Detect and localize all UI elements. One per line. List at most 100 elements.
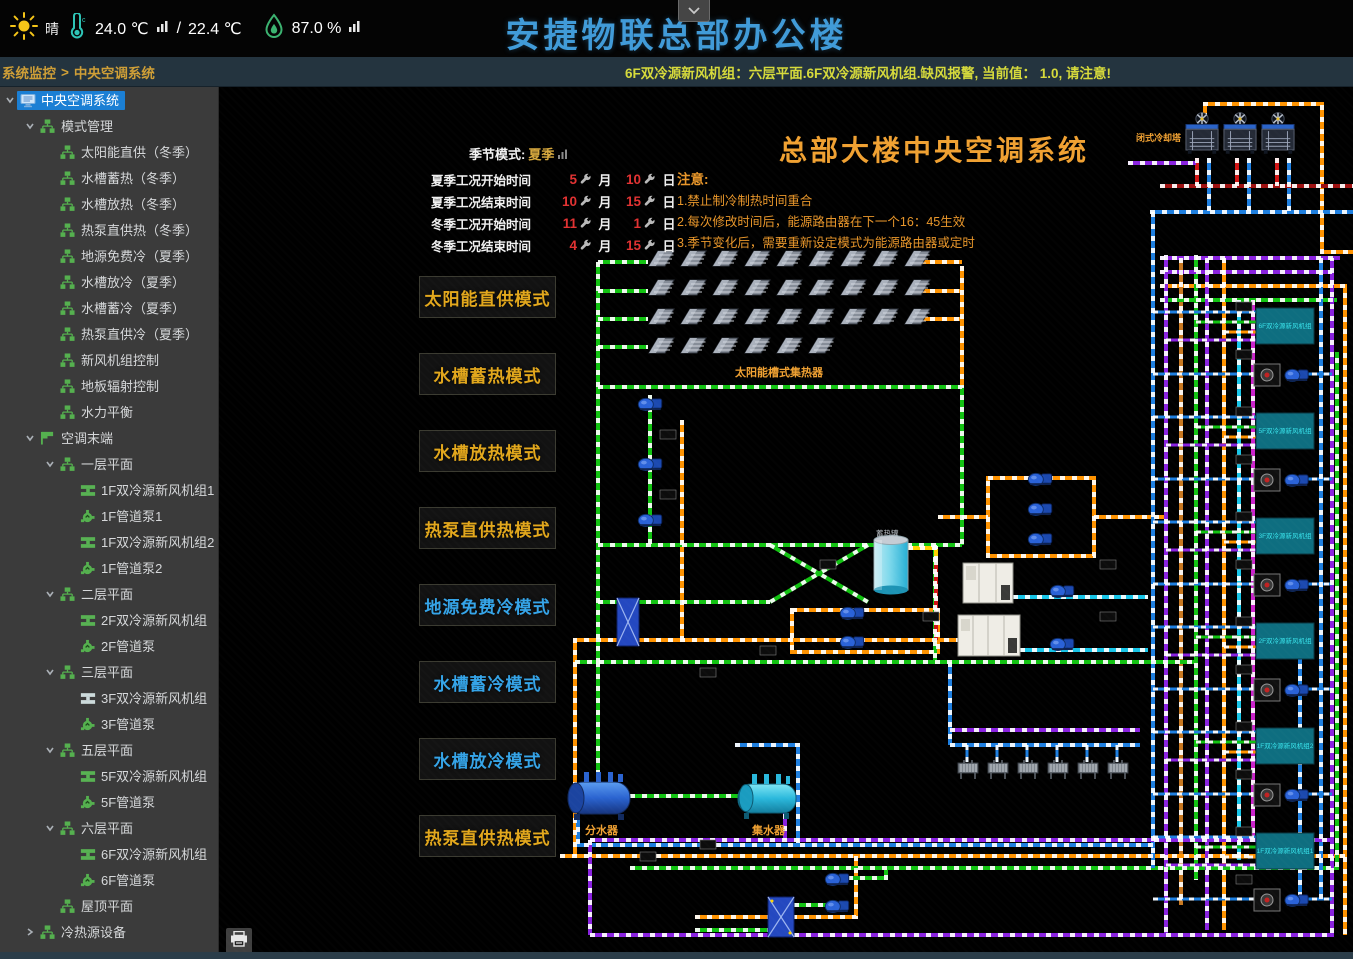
wrench-icon[interactable] bbox=[641, 217, 657, 230]
tree-item-body[interactable]: 二层平面 bbox=[57, 585, 139, 604]
tree-item-body[interactable]: 2F管道泵 bbox=[77, 637, 161, 656]
schedule-month-value[interactable]: 5 bbox=[553, 172, 577, 187]
mode-button[interactable]: 太阳能直供模式 bbox=[419, 276, 556, 318]
tree-item-body[interactable]: 1F双冷源新风机组1 bbox=[77, 482, 219, 499]
tree-item[interactable]: 水力平衡 bbox=[0, 399, 218, 425]
tree-item-body[interactable]: 空调末端 bbox=[37, 429, 119, 447]
schedule-month-value[interactable]: 11 bbox=[553, 216, 577, 231]
tree-item-body[interactable]: 水槽放热（冬季） bbox=[57, 195, 191, 214]
tree-item[interactable]: 模式管理 bbox=[0, 113, 218, 139]
tree-item-body[interactable]: 3F管道泵 bbox=[77, 715, 161, 734]
tree-item-body[interactable]: 2F双冷源新风机组 bbox=[77, 612, 213, 629]
tree-item[interactable]: 2F管道泵 bbox=[0, 633, 218, 659]
tree-item-body[interactable]: 1F管道泵2 bbox=[77, 559, 168, 578]
schedule-day-value[interactable]: 10 bbox=[617, 172, 641, 187]
tree-item[interactable]: 地源免费冷（夏季） bbox=[0, 243, 218, 269]
mode-button[interactable]: 水槽放热模式 bbox=[419, 430, 556, 472]
mode-button[interactable]: 水槽放冷模式 bbox=[419, 738, 556, 780]
header-collapse-button[interactable] bbox=[678, 0, 710, 22]
tree-item[interactable]: 冷热源设备 bbox=[0, 919, 218, 945]
tree-item[interactable]: 6F双冷源新风机组 bbox=[0, 841, 218, 867]
wrench-icon[interactable] bbox=[577, 195, 593, 208]
tree-item[interactable]: 二层平面 bbox=[0, 581, 218, 607]
tree-item-body[interactable]: 热泵直供冷（夏季） bbox=[57, 325, 204, 344]
tree-item[interactable]: 太阳能直供（冬季） bbox=[0, 139, 218, 165]
chevron-down-icon[interactable] bbox=[42, 667, 57, 677]
mode-button[interactable]: 水槽蓄冷模式 bbox=[419, 661, 556, 703]
tree-item-body[interactable]: 6F双冷源新风机组 bbox=[77, 846, 213, 863]
tree-item-body[interactable]: 水槽放冷（夏季） bbox=[57, 273, 191, 292]
tree-item-body[interactable]: 1F双冷源新风机组2 bbox=[77, 534, 219, 551]
tree-item-body[interactable]: 冷热源设备 bbox=[37, 923, 132, 942]
schedule-month-value[interactable]: 10 bbox=[553, 194, 577, 209]
wrench-icon[interactable] bbox=[577, 217, 593, 230]
tree-item-body[interactable]: 水槽蓄热（冬季） bbox=[57, 169, 191, 188]
tree-item[interactable]: 一层平面 bbox=[0, 451, 218, 477]
schedule-day-value[interactable]: 15 bbox=[617, 194, 641, 209]
tree-item-body[interactable]: 3F双冷源新风机组 bbox=[77, 690, 213, 707]
mode-button[interactable]: 水槽蓄热模式 bbox=[419, 353, 556, 395]
breadcrumb[interactable]: 系统监控 > 中央空调系统 bbox=[2, 57, 155, 87]
chevron-down-icon[interactable] bbox=[42, 459, 57, 469]
tree-item[interactable]: 水槽蓄冷（夏季） bbox=[0, 295, 218, 321]
tree-item-body[interactable]: 五层平面 bbox=[57, 741, 139, 760]
tree-item-body[interactable]: 水槽蓄冷（夏季） bbox=[57, 299, 191, 318]
tree-item[interactable]: 3F双冷源新风机组 bbox=[0, 685, 218, 711]
tree-item-body[interactable]: 5F双冷源新风机组 bbox=[77, 768, 213, 785]
tree-item[interactable]: 水槽放热（冬季） bbox=[0, 191, 218, 217]
chevron-down-icon[interactable] bbox=[2, 95, 17, 105]
wrench-icon[interactable] bbox=[641, 195, 657, 208]
mode-button[interactable]: 热泵直供热模式 bbox=[419, 815, 556, 857]
tree-item[interactable]: 5F管道泵 bbox=[0, 789, 218, 815]
chevron-down-icon[interactable] bbox=[42, 745, 57, 755]
chevron-down-icon[interactable] bbox=[42, 823, 57, 833]
tree-item-body[interactable]: 三层平面 bbox=[57, 663, 139, 682]
tree-item-body[interactable]: 中央空调系统 bbox=[17, 91, 125, 110]
chevron-down-icon[interactable] bbox=[22, 433, 37, 443]
tree-item[interactable]: 1F管道泵2 bbox=[0, 555, 218, 581]
tree-item-body[interactable]: 太阳能直供（冬季） bbox=[57, 143, 204, 162]
tree-item-body[interactable]: 模式管理 bbox=[37, 117, 119, 136]
tree-item[interactable]: 2F双冷源新风机组 bbox=[0, 607, 218, 633]
schedule-month-value[interactable]: 4 bbox=[553, 238, 577, 253]
tree-item[interactable]: 水槽蓄热（冬季） bbox=[0, 165, 218, 191]
tree-item[interactable]: 3F管道泵 bbox=[0, 711, 218, 737]
tree-item-body[interactable]: 新风机组控制 bbox=[57, 351, 165, 370]
tree-item-body[interactable]: 地板辐射控制 bbox=[57, 377, 165, 396]
tree-item[interactable]: 新风机组控制 bbox=[0, 347, 218, 373]
tree-item-body[interactable]: 6F管道泵 bbox=[77, 871, 161, 890]
tree-item-body[interactable]: 热泵直供热（冬季） bbox=[57, 221, 204, 240]
tree-item[interactable]: 水槽放冷（夏季） bbox=[0, 269, 218, 295]
breadcrumb-path[interactable]: 系统监控 bbox=[2, 62, 56, 82]
tree-item[interactable]: 中央空调系统 bbox=[0, 87, 218, 113]
tree-item[interactable]: 地板辐射控制 bbox=[0, 373, 218, 399]
tree-item-body[interactable]: 六层平面 bbox=[57, 819, 139, 838]
tree-item[interactable]: 五层平面 bbox=[0, 737, 218, 763]
chevron-down-icon[interactable] bbox=[22, 121, 37, 131]
wrench-icon[interactable] bbox=[641, 173, 657, 186]
schedule-day-value[interactable]: 15 bbox=[617, 238, 641, 253]
tree-item[interactable]: 1F双冷源新风机组2 bbox=[0, 529, 218, 555]
tree-item[interactable]: 1F管道泵1 bbox=[0, 503, 218, 529]
wrench-icon[interactable] bbox=[577, 173, 593, 186]
chevron-down-icon[interactable] bbox=[42, 589, 57, 599]
tree-item-body[interactable]: 屋顶平面 bbox=[57, 897, 139, 916]
tree-item-body[interactable]: 1F管道泵1 bbox=[77, 507, 168, 526]
wrench-icon[interactable] bbox=[641, 239, 657, 252]
tree-item[interactable]: 5F双冷源新风机组 bbox=[0, 763, 218, 789]
tree-item[interactable]: 1F双冷源新风机组1 bbox=[0, 477, 218, 503]
tree-item[interactable]: 6F管道泵 bbox=[0, 867, 218, 893]
tree-item[interactable]: 三层平面 bbox=[0, 659, 218, 685]
schedule-day-value[interactable]: 1 bbox=[617, 216, 641, 231]
tree-item[interactable]: 热泵直供冷（夏季） bbox=[0, 321, 218, 347]
tree-item-body[interactable]: 5F管道泵 bbox=[77, 793, 161, 812]
tree-item[interactable]: 空调末端 bbox=[0, 425, 218, 451]
tree-item-body[interactable]: 一层平面 bbox=[57, 455, 139, 474]
mode-button[interactable]: 热泵直供热模式 bbox=[419, 507, 556, 549]
tree-item[interactable]: 热泵直供热（冬季） bbox=[0, 217, 218, 243]
tree-item[interactable]: 六层平面 bbox=[0, 815, 218, 841]
mode-button[interactable]: 地源免费冷模式 bbox=[419, 584, 556, 626]
tree-item[interactable]: 屋顶平面 bbox=[0, 893, 218, 919]
wrench-icon[interactable] bbox=[577, 239, 593, 252]
tree-item-body[interactable]: 地源免费冷（夏季） bbox=[57, 247, 204, 266]
